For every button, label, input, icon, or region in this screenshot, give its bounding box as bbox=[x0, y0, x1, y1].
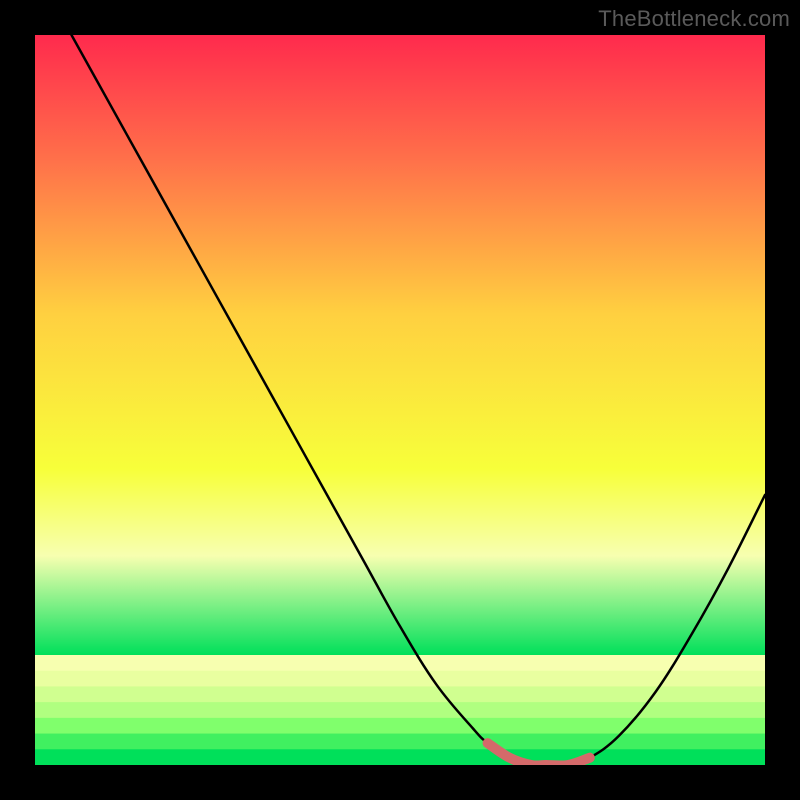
chart-svg bbox=[35, 35, 765, 765]
band-3 bbox=[35, 686, 765, 702]
gradient-background bbox=[35, 35, 765, 655]
band-4 bbox=[35, 702, 765, 718]
band-7 bbox=[35, 749, 765, 765]
watermark-label: TheBottleneck.com bbox=[598, 6, 790, 32]
band-5 bbox=[35, 718, 765, 734]
band-1 bbox=[35, 655, 765, 671]
plot-area bbox=[35, 35, 765, 765]
band-2 bbox=[35, 671, 765, 687]
band-6 bbox=[35, 734, 765, 750]
bottom-bands bbox=[35, 655, 765, 765]
chart-frame: TheBottleneck.com bbox=[0, 0, 800, 800]
